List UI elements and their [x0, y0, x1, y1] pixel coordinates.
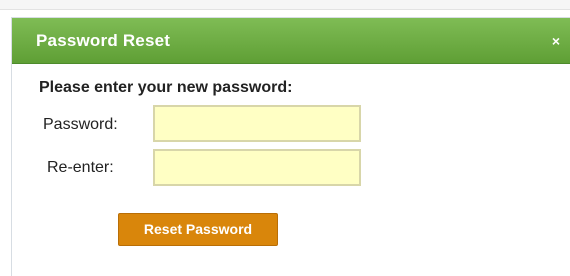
reenter-label: Re-enter: [47, 159, 114, 176]
page: Password Reset × Please enter your new p… [0, 0, 570, 276]
dialog-title: Password Reset [36, 31, 171, 50]
reset-password-button[interactable]: Reset Password [118, 213, 278, 246]
reenter-password-input[interactable] [153, 149, 361, 186]
close-icon[interactable]: × [548, 18, 564, 64]
password-input[interactable] [153, 105, 361, 142]
dialog-titlebar[interactable]: Password Reset × [12, 18, 570, 64]
background-strip [0, 0, 570, 10]
form-prompt: Please enter your new password: [39, 79, 293, 96]
password-label: Password: [43, 116, 118, 133]
password-reset-dialog: Password Reset × Please enter your new p… [11, 17, 570, 276]
